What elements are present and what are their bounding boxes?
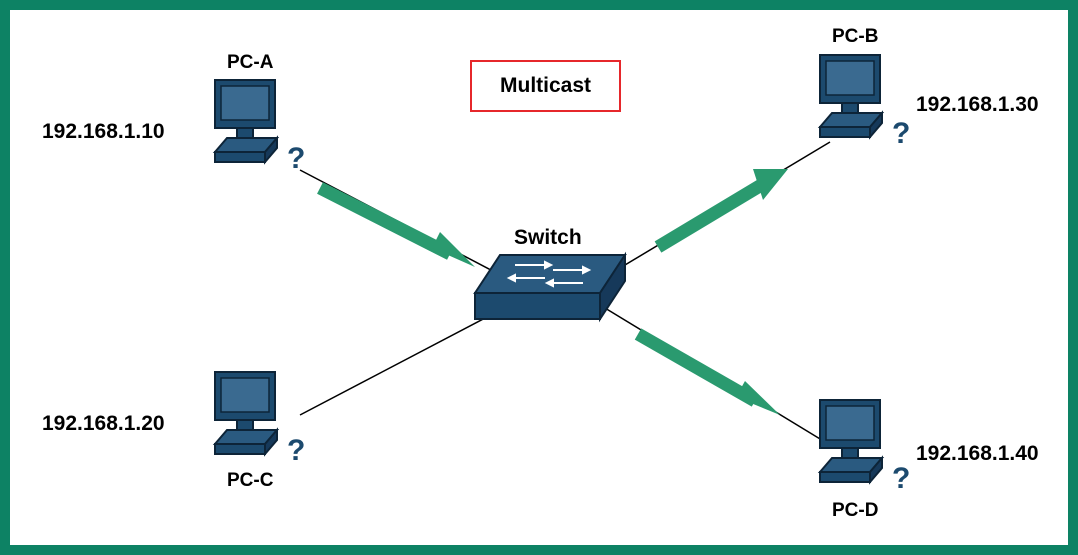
svg-text:?: ?	[287, 142, 305, 175]
svg-text:?: ?	[892, 117, 910, 150]
switch-label: Switch	[514, 226, 582, 250]
pc-b-ip: 192.168.1.30	[916, 93, 1039, 117]
pc-a-device: ?	[215, 80, 305, 175]
pc-c-label: PC-C	[227, 470, 273, 492]
arrow-switch-to-pcb	[658, 169, 788, 247]
diagram-frame: Multicast	[0, 0, 1078, 555]
pc-c-device: ?	[215, 372, 305, 467]
pc-d-ip: 192.168.1.40	[916, 442, 1039, 466]
pc-b-label: PC-B	[832, 26, 878, 48]
pc-a-label: PC-A	[227, 52, 273, 74]
pc-a-ip: 192.168.1.10	[42, 120, 165, 144]
pc-c-ip: 192.168.1.20	[42, 412, 165, 436]
arrow-switch-to-pcd	[638, 334, 780, 415]
pc-d-device: ?	[820, 400, 910, 495]
svg-text:?: ?	[287, 434, 305, 467]
arrow-pca-to-switch	[320, 188, 475, 267]
switch-device	[475, 255, 625, 335]
pc-b-device: ?	[820, 55, 910, 150]
svg-text:?: ?	[892, 462, 910, 495]
pc-d-label: PC-D	[832, 500, 878, 522]
